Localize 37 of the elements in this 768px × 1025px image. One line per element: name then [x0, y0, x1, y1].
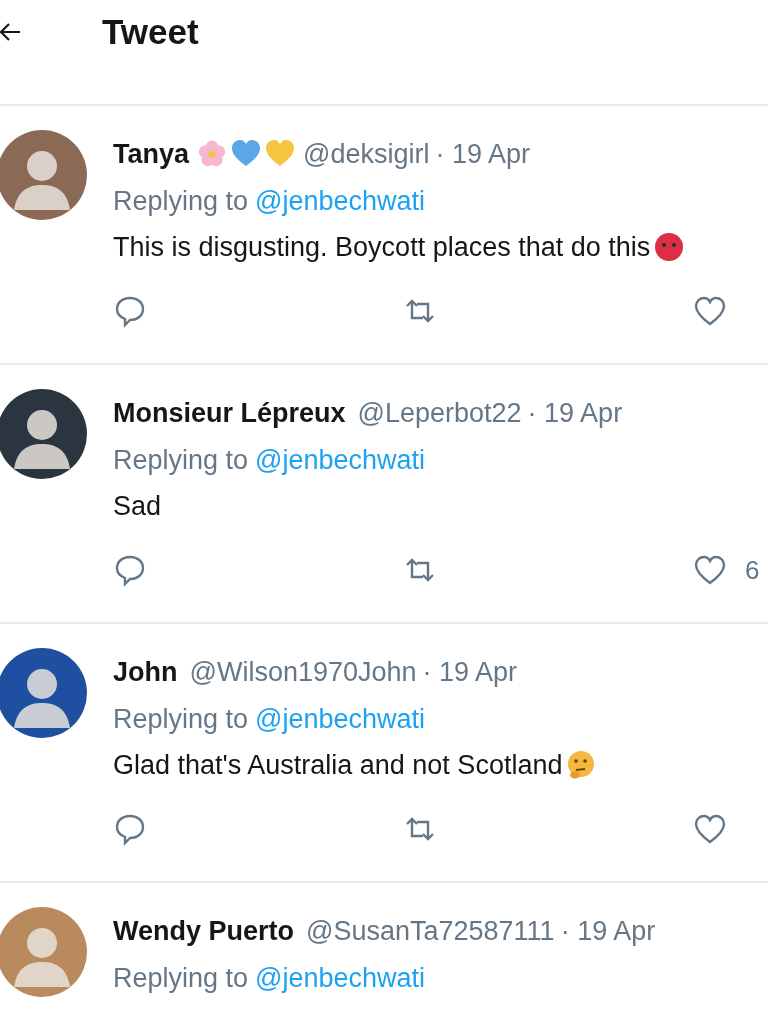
user-name[interactable]: Monsieur Lépreux	[113, 397, 346, 429]
user-handle[interactable]: @Wilson1970John	[189, 656, 417, 688]
reply-date[interactable]: · 19 Apr	[527, 397, 623, 429]
like-icon[interactable]	[693, 294, 727, 328]
page-title: Tweet	[102, 12, 199, 52]
replying-label: Replying to	[113, 703, 249, 735]
mention-link[interactable]: @jenbechwati	[255, 185, 426, 217]
user-handle[interactable]: @SusanTa72587111	[306, 915, 555, 947]
avatar[interactable]	[0, 648, 87, 738]
face-icon	[654, 232, 685, 262]
user-name[interactable]: Tanya	[113, 138, 190, 170]
back-arrow-icon[interactable]	[0, 22, 22, 42]
flower-icon	[197, 139, 228, 169]
reply-icon[interactable]	[113, 812, 147, 846]
mention-link[interactable]: @jenbechwati	[255, 444, 426, 476]
replying-label: Replying to	[113, 444, 249, 476]
like-count: 6	[745, 554, 760, 586]
mention-link[interactable]: @jenbechwati	[255, 962, 426, 994]
reply-text: Sad	[113, 490, 162, 522]
reply-icon[interactable]	[113, 294, 147, 328]
avatar[interactable]	[0, 389, 87, 479]
reply-date[interactable]: · 19 Apr	[422, 656, 518, 688]
reply-icon[interactable]	[113, 553, 147, 587]
user-name[interactable]: Wendy Puerto	[113, 915, 295, 947]
reply-date[interactable]: · 19 Apr	[560, 915, 656, 947]
user-handle[interactable]: @Leperbot22	[357, 397, 522, 429]
mention-link[interactable]: @jenbechwati	[255, 703, 426, 735]
user-handle[interactable]: @deksigirl	[303, 138, 430, 170]
like-icon[interactable]	[693, 553, 727, 587]
reply-text: This is disgusting. Boycott places that do this	[113, 231, 651, 263]
reply-date[interactable]: · 19 Apr	[435, 138, 531, 170]
thinking-face-icon	[566, 750, 597, 780]
reply-text: Glad that's Australia and not Scotland	[113, 749, 563, 781]
user-name[interactable]: John	[113, 656, 178, 688]
replying-label: Replying to	[113, 185, 249, 217]
like-icon[interactable]	[693, 812, 727, 846]
replying-label: Replying to	[113, 962, 249, 994]
